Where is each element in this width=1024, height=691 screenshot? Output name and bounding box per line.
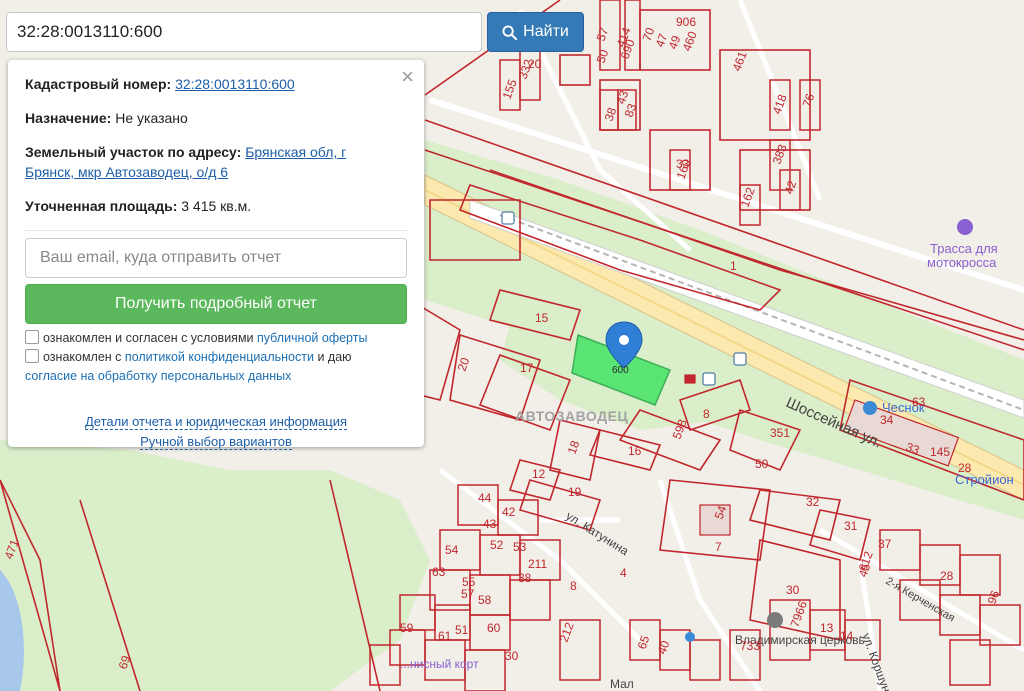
- cadastral-label: Кадастровый номер:: [25, 76, 172, 92]
- poi-track-label-1[interactable]: Трасса для: [930, 241, 998, 256]
- search-button-label: Найти: [523, 23, 569, 40]
- poi-track-label-2[interactable]: мотокросса: [927, 255, 997, 270]
- poi-sport-label[interactable]: ...нисный корт: [400, 657, 479, 671]
- parcel-number-label: 44: [478, 491, 492, 505]
- parcel-number-label: 8: [703, 407, 710, 421]
- parcel-number-label: 63: [912, 395, 926, 409]
- parcel-number-label: 52: [490, 538, 504, 552]
- parcel-number-label: 51: [455, 623, 469, 637]
- address-row: Земельный участок по адресу: Брянская об…: [25, 142, 407, 182]
- parcel-number-label: 34: [880, 413, 894, 427]
- details-link[interactable]: Детали отчета и юридическая информация: [84, 414, 348, 430]
- email-field[interactable]: [25, 238, 407, 278]
- selected-parcel-label: 600: [612, 365, 629, 376]
- manual-select-link[interactable]: Ручной выбор вариантов: [140, 434, 292, 450]
- parcel-number-label: 54: [445, 543, 459, 557]
- divider: [25, 230, 407, 231]
- area-value: 3 415 кв.м.: [181, 198, 252, 214]
- parcel-number-label: 15: [535, 311, 549, 325]
- address-line-2: Брянск, мкр Автозаводец, о/д 6: [25, 164, 229, 180]
- parcel-number-label: 4: [620, 566, 627, 580]
- motocross-icon[interactable]: [957, 219, 973, 235]
- parcel-number-label: 59: [400, 621, 414, 635]
- parcel-number-label: 43: [483, 517, 497, 531]
- parcel-number-label: 28: [940, 569, 954, 583]
- parcel-number-label: 37: [878, 537, 892, 551]
- agree-privacy-checkbox[interactable]: [25, 349, 39, 363]
- parcel-number-label: 38: [518, 571, 532, 585]
- church-icon[interactable]: [767, 612, 783, 628]
- parcel-number-label: 50: [755, 457, 769, 471]
- purpose-row: Назначение: Не указано: [25, 108, 407, 128]
- parcel-number-label: 14: [840, 629, 854, 643]
- cadastral-row: Кадастровый номер: 32:28:0013110:600: [25, 74, 407, 94]
- district-label: АВТОЗАВОДЕЦ: [515, 408, 628, 424]
- parcel-number-label: 351: [770, 426, 790, 440]
- parcel-number-label: 8: [570, 579, 577, 593]
- search-input[interactable]: [6, 12, 482, 52]
- parcel-number-label: 30: [505, 649, 519, 663]
- agree-privacy-text: ознакомлен с: [43, 350, 122, 364]
- agree-privacy-mid: и даю: [317, 350, 352, 364]
- search-icon: [502, 24, 518, 40]
- parcel-number-label: 31: [844, 519, 858, 533]
- footer-links: Детали отчета и юридическая информация Р…: [25, 412, 407, 452]
- street-maly-label: Мал: [610, 677, 634, 691]
- parcel-number-label: 16: [628, 444, 642, 458]
- parcel-number-label: 17: [520, 361, 534, 375]
- chesnok-icon[interactable]: [863, 401, 877, 415]
- agree-offer-checkbox[interactable]: [25, 330, 39, 344]
- parcel-number-label: 63: [432, 565, 446, 579]
- parcel-number-label: 733: [740, 639, 760, 653]
- purpose-label: Назначение:: [25, 110, 112, 126]
- parcel-number-label: 57: [461, 587, 475, 601]
- parcel-number-label: 906: [676, 15, 696, 29]
- parcel-number-label: 42: [502, 505, 516, 519]
- area-label: Уточненная площадь:: [25, 198, 178, 214]
- parcel-number-label: 211: [528, 557, 547, 571]
- parcel-number-label: 1: [730, 259, 737, 273]
- search-button[interactable]: Найти: [487, 12, 584, 52]
- parcel-info-panel: × Кадастровый номер: 32:28:0013110:600 Н…: [8, 60, 424, 450]
- purpose-value: Не указано: [115, 110, 188, 126]
- parcel-number-label: 12: [532, 467, 546, 481]
- agree-offer-text: ознакомлен и согласен с условиями: [43, 331, 254, 345]
- parcel-number-label: 61: [438, 629, 452, 643]
- parcel-number-label: 32: [806, 495, 820, 509]
- parcel-number-label: 13: [820, 621, 834, 635]
- close-icon[interactable]: ×: [401, 66, 414, 88]
- parcel-number-label: 19: [568, 485, 582, 499]
- address-line-1: Брянская обл, г: [245, 144, 347, 160]
- area-row: Уточненная площадь: 3 415 кв.м.: [25, 196, 407, 216]
- agree-privacy-row: ознакомлен с политикой конфиденциальност…: [25, 348, 407, 386]
- parcel-number-label: 53: [513, 540, 527, 554]
- parcel-number-label: 7: [715, 540, 722, 554]
- address-label: Земельный участок по адресу:: [25, 144, 242, 160]
- parcel-number-label: 145: [930, 445, 950, 459]
- personal-data-link[interactable]: согласие на обработку персональных данны…: [25, 369, 291, 383]
- water-drop-icon: [685, 632, 695, 642]
- privacy-policy-link[interactable]: политикой конфиденциальности: [125, 350, 314, 364]
- parcel-number-label: 58: [478, 593, 492, 607]
- get-report-button[interactable]: Получить подробный отчет: [25, 284, 407, 324]
- parcel-number-label: 60: [487, 621, 501, 635]
- parcel-number-label: 28: [958, 461, 972, 475]
- agree-offer-row: ознакомлен и согласен с условиями публич…: [25, 329, 407, 348]
- public-offer-link[interactable]: публичной оферты: [257, 331, 367, 345]
- cadastral-link[interactable]: 32:28:0013110:600: [175, 76, 295, 92]
- parcel-number-label: 30: [786, 583, 800, 597]
